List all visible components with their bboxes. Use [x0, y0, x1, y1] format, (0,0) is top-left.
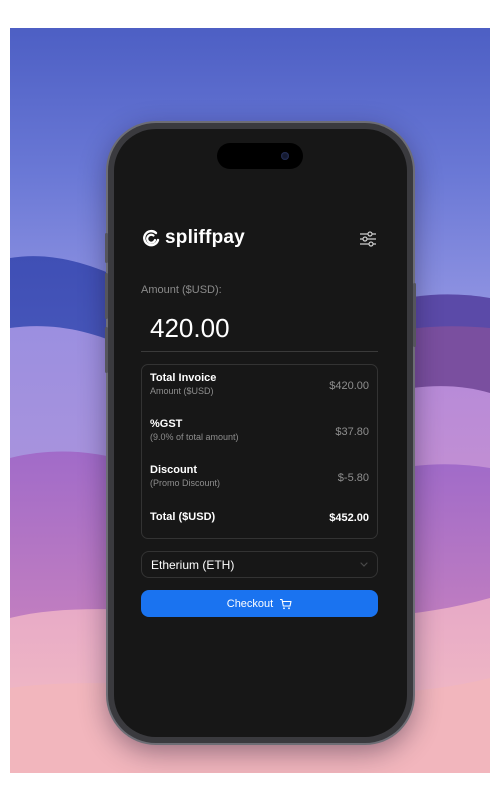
cart-icon [280, 598, 292, 609]
summary-row-total: Total ($USD) $452.00 [150, 511, 369, 529]
currency-dropdown[interactable]: Etherium (ETH) [141, 551, 378, 578]
brand-name: spliffpay [165, 227, 245, 248]
phone-volume-up-button [105, 273, 108, 319]
summary-row-gst: %GST (9.0% of total amount) $37.80 [150, 418, 369, 452]
row-value: $-5.80 [337, 472, 369, 484]
camera-icon [281, 152, 289, 160]
amount-label: Amount ($USD): [141, 284, 222, 296]
app-header: spliffpay [141, 225, 378, 255]
sliders-icon[interactable] [358, 229, 378, 249]
chevron-down-icon [360, 562, 368, 567]
row-subtitle: (Promo Discount) [150, 478, 221, 488]
row-value: $420.00 [329, 380, 369, 392]
dynamic-island [217, 143, 303, 169]
currency-selected: Etherium (ETH) [151, 558, 235, 572]
phone-screen: spliffpay Amount ($USD): Tota [114, 129, 407, 737]
phone-side-button [105, 233, 108, 263]
summary-row-invoice: Total Invoice Amount ($USD) $420.00 [150, 372, 369, 406]
summary-row-discount: Discount (Promo Discount) $-5.80 [150, 464, 369, 498]
payment-app: spliffpay Amount ($USD): Tota [141, 225, 378, 617]
amount-input[interactable] [141, 306, 378, 352]
row-value: $37.80 [335, 426, 369, 438]
checkout-label: Checkout [226, 597, 274, 610]
phone-volume-down-button [105, 327, 108, 373]
phone-power-button [413, 283, 416, 347]
invoice-summary: Total Invoice Amount ($USD) $420.00 %GST… [141, 364, 378, 539]
total-value: $452.00 [329, 512, 369, 524]
swirl-logo-icon [143, 230, 160, 247]
row-title: Discount [150, 464, 198, 476]
background-wallpaper: spliffpay Amount ($USD): Tota [10, 28, 490, 773]
phone-frame: spliffpay Amount ($USD): Tota [105, 123, 416, 743]
brand-logo: spliffpay [141, 227, 245, 249]
checkout-button[interactable]: Checkout [141, 590, 378, 617]
